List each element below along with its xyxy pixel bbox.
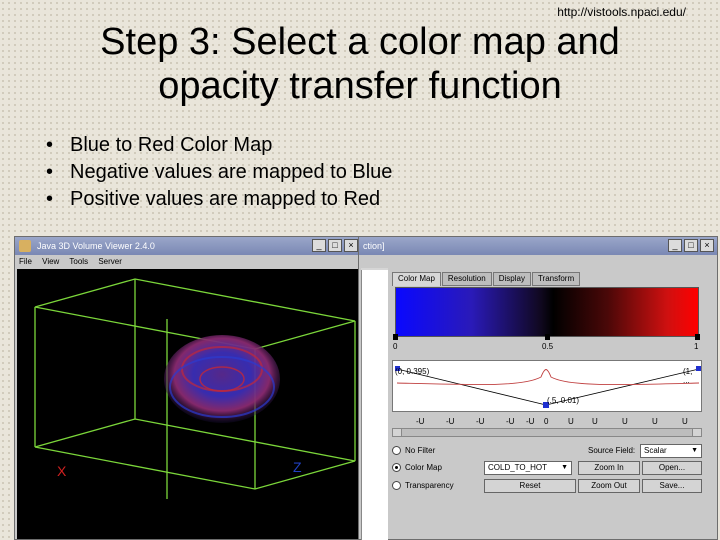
maximize-button[interactable]: □ [328,239,342,252]
cmap-tick: 0.5 [542,342,554,351]
radio-label: Transparency [405,481,454,490]
radio-circle-icon [392,446,401,456]
chevron-down-icon: ▼ [561,464,568,471]
scale-tick: U [622,417,628,426]
minimize-button[interactable]: _ [668,239,682,252]
radio-circle-icon [392,463,401,473]
scale-tick: -U [506,417,515,426]
java-icon [19,240,31,252]
chevron-down-icon: ▼ [691,447,698,454]
color-map-gradient[interactable] [395,287,699,337]
editor-window-controls: _ □ × [668,239,714,252]
radio-circle-icon [392,481,401,491]
side-list[interactable] [361,270,388,540]
value-scale: -U -U -U -U -U 0 U U U U U [392,413,702,429]
source-field-label: Source Field: [588,446,636,455]
scale-tick: U [568,417,574,426]
scale-tick: U [592,417,598,426]
menu-file[interactable]: File [19,257,32,266]
tab-color-map[interactable]: Color Map [392,272,441,286]
tf-point-label-mid: (.5, 0.01) [547,396,580,405]
cmap-marker[interactable] [393,334,398,340]
zoom-out-button[interactable]: Zoom Out [578,479,640,493]
colormap-select-value: COLD_TO_HOT [488,463,547,472]
tf-point-label-left: (0, 0.395) [395,367,430,376]
viewer-titlebar[interactable]: Java 3D Volume Viewer 2.4.0 _ □ × [15,237,361,255]
source-field-select[interactable]: Scalar ▼ [640,444,702,458]
viewer-menubar: File View Tools Server [15,255,361,269]
close-button[interactable]: × [700,239,714,252]
cmap-marker[interactable] [545,334,550,340]
scroll-right-arrow[interactable] [692,429,701,436]
open-button[interactable]: Open... [642,461,702,475]
radio-transparency[interactable]: Transparency [392,479,454,493]
menu-view[interactable]: View [42,257,59,266]
scale-tick: -U [416,417,425,426]
bullet-item: Positive values are mapped to Red [46,186,392,213]
title-line-2: opacity transfer function [158,65,562,107]
axis-x-label: X [57,463,67,479]
bullet-item: Blue to Red Color Map [46,132,392,159]
cmap-tick: 0 [393,342,398,351]
close-button[interactable]: × [344,239,358,252]
radio-color-map[interactable]: Color Map [392,461,442,475]
menu-tools[interactable]: Tools [69,257,88,266]
scroll-left-arrow[interactable] [393,429,402,436]
tab-resolution[interactable]: Resolution [441,272,492,286]
horizontal-scrollbar[interactable] [392,428,702,437]
cmap-tick: 1 [694,342,699,351]
volume-viewer-window: Java 3D Volume Viewer 2.4.0 _ □ × File V… [14,236,362,540]
scale-tick: U [652,417,658,426]
minimize-button[interactable]: _ [312,239,326,252]
menu-server[interactable]: Server [98,257,122,266]
source-field-value: Scalar [644,446,667,455]
3d-viewport[interactable]: X Z [17,269,359,539]
editor-controls: No Filter Color Map Transparency COLD_TO… [392,442,714,498]
scale-tick: -U [446,417,455,426]
radio-label: Color Map [405,463,442,472]
scale-tick: -U [526,417,535,426]
slide-title: Step 3: Select a color map and opacity t… [0,20,720,108]
bullet-item: Negative values are mapped to Blue [46,159,392,186]
scale-tick: 0 [544,417,549,426]
radio-label: No Filter [405,446,436,455]
editor-title: ction] [363,241,385,251]
save-button[interactable]: Save... [642,479,702,493]
volume-render [34,278,356,499]
reset-button[interactable]: Reset [484,479,576,493]
title-line-1: Step 3: Select a color map and [100,21,620,63]
volume-blob [164,335,280,423]
cmap-marker[interactable] [695,334,700,340]
radio-no-filter[interactable]: No Filter [392,444,435,458]
viewer-window-controls: _ □ × [312,239,358,252]
bullet-list: Blue to Red Color Map Negative values ar… [46,132,392,213]
tf-point-label-right: (1, ... [683,367,693,385]
viewer-title: Java 3D Volume Viewer 2.4.0 [37,241,155,251]
editor-titlebar[interactable]: ction] _ □ × [359,237,717,255]
scale-tick: U [682,417,688,426]
opacity-curve [395,366,701,408]
tab-transform[interactable]: Transform [531,272,581,286]
scale-tick: -U [476,417,485,426]
slide-url: http://vistools.npaci.edu/ [557,5,686,19]
opacity-transfer-function[interactable]: (0, 0.395) (1, ... (.5, 0.01) [392,360,702,412]
maximize-button[interactable]: □ [684,239,698,252]
editor-tabs: Color Map Resolution Display Transform [392,272,581,286]
colormap-select[interactable]: COLD_TO_HOT ▼ [484,461,572,475]
axis-z-label: Z [293,459,302,475]
zoom-in-button[interactable]: Zoom In [578,461,640,475]
tab-display[interactable]: Display [492,272,531,286]
